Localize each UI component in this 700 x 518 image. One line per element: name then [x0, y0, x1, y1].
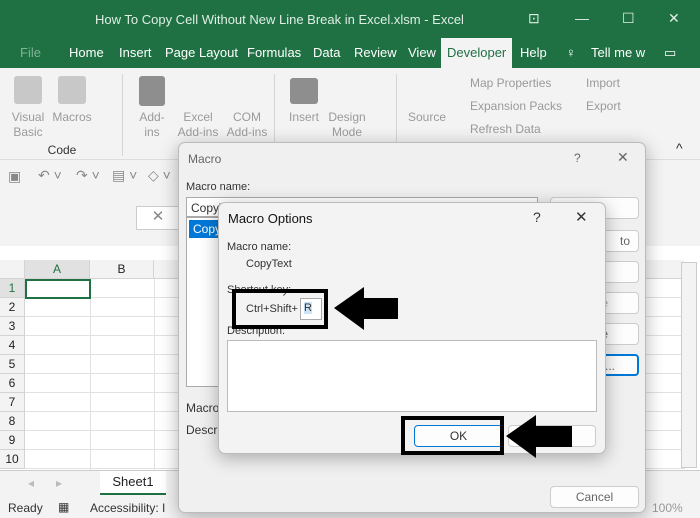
- highlight-box-shortcut: [232, 289, 328, 329]
- row-header-6[interactable]: 6: [0, 374, 25, 393]
- row-header-3[interactable]: 3: [0, 317, 25, 336]
- status-ready: Ready: [8, 501, 43, 515]
- row-header-10[interactable]: 10: [0, 450, 25, 469]
- macros-icon: [58, 76, 86, 104]
- visual-basic-icon: [14, 76, 42, 104]
- ribbon-display-icon[interactable]: ⊡: [528, 10, 540, 27]
- ribbon-tabs: File Home Insert Page Layout Formulas Da…: [0, 38, 700, 68]
- row-header-9[interactable]: 9: [0, 431, 25, 450]
- tab-file[interactable]: File: [20, 45, 41, 60]
- help-button[interactable]: ?: [533, 209, 541, 225]
- close-button[interactable]: ✕: [668, 10, 680, 27]
- macro-name-label: Macro name:: [186, 181, 251, 193]
- vertical-scrollbar[interactable]: [681, 262, 697, 468]
- row-header-4[interactable]: 4: [0, 336, 25, 355]
- row-header-1[interactable]: 1: [0, 279, 25, 298]
- insert-controls-button[interactable]: Insert: [283, 110, 325, 125]
- add-ins-icon: [139, 76, 165, 106]
- form-icon[interactable]: ▤ ˅: [112, 167, 137, 184]
- cancel-button[interactable]: Cancel: [550, 486, 639, 508]
- accessibility-status[interactable]: Accessibility: I: [90, 501, 165, 515]
- window-title: How To Copy Cell Without New Line Break …: [95, 12, 464, 27]
- maximize-button[interactable]: ☐: [622, 10, 635, 27]
- selected-cell-a1[interactable]: [25, 279, 91, 299]
- refresh-data-button[interactable]: Refresh Data: [470, 122, 541, 137]
- row-header-2[interactable]: 2: [0, 298, 25, 317]
- redo-icon[interactable]: ↷ ˅: [76, 167, 100, 184]
- add-ins-button[interactable]: Add-ins: [132, 110, 172, 140]
- arrow-left-icon: [334, 287, 398, 330]
- tab-help[interactable]: Help: [520, 45, 547, 60]
- excel-add-ins-button[interactable]: Excel Add-ins: [173, 110, 223, 140]
- tell-me-search[interactable]: Tell me w: [591, 45, 645, 60]
- row-header-8[interactable]: 8: [0, 412, 25, 431]
- row-header-5[interactable]: 5: [0, 355, 25, 374]
- tab-insert[interactable]: Insert: [119, 45, 152, 60]
- row-header-7[interactable]: 7: [0, 393, 25, 412]
- code-group-label: Code: [47, 143, 77, 157]
- scroll-right-icon[interactable]: ▸: [56, 476, 62, 490]
- scroll-left-icon[interactable]: ◂: [28, 476, 34, 490]
- column-header-b[interactable]: B: [90, 260, 154, 279]
- close-icon[interactable]: ✕: [617, 149, 629, 166]
- lightbulb-icon: ♀: [566, 45, 576, 60]
- minimize-button[interactable]: —: [575, 10, 589, 26]
- macro-name-label: Macro name:: [227, 241, 292, 253]
- tab-data[interactable]: Data: [313, 45, 340, 60]
- macro-dialog-title: Macro: [188, 152, 222, 166]
- expansion-packs-button[interactable]: Expansion Packs: [470, 99, 562, 114]
- design-mode-button[interactable]: Design Mode: [326, 110, 368, 140]
- cancel-entry-icon[interactable]: ✕: [136, 206, 180, 230]
- map-properties-button[interactable]: Map Properties: [470, 76, 551, 91]
- undo-icon[interactable]: ↶ ˅: [38, 167, 62, 184]
- column-header-a[interactable]: A: [25, 260, 90, 279]
- com-add-ins-button[interactable]: COM Add-ins: [222, 110, 272, 140]
- insert-controls-icon: [290, 78, 318, 104]
- highlight-box-ok: [401, 416, 504, 455]
- title-bar: How To Copy Cell Without New Line Break …: [0, 0, 700, 38]
- shapes-icon[interactable]: ◇ ˅: [148, 167, 171, 184]
- tab-formulas[interactable]: Formulas: [247, 45, 301, 60]
- comments-icon[interactable]: ▭: [664, 45, 676, 61]
- visual-basic-button[interactable]: Visual Basic: [8, 110, 48, 140]
- tab-home[interactable]: Home: [69, 45, 104, 60]
- source-button[interactable]: Source: [405, 110, 449, 125]
- autosave-icon[interactable]: ▣: [8, 168, 21, 185]
- macro-recording-icon[interactable]: ▦: [58, 500, 69, 514]
- macros-button[interactable]: Macros: [50, 110, 94, 125]
- tab-developer[interactable]: Developer: [441, 38, 513, 68]
- sheet-tab-sheet1[interactable]: Sheet1: [100, 471, 166, 495]
- macro-options-title: Macro Options: [228, 211, 313, 226]
- help-button[interactable]: ?: [574, 151, 581, 165]
- import-button[interactable]: Import: [586, 76, 620, 91]
- tab-view[interactable]: View: [408, 45, 436, 60]
- close-icon[interactable]: ✕: [575, 208, 588, 226]
- macro-name-value: CopyText: [246, 258, 292, 270]
- zoom-level[interactable]: 100%: [652, 501, 683, 515]
- tab-review[interactable]: Review: [354, 45, 397, 60]
- description-textarea[interactable]: [227, 340, 597, 412]
- arrow-left-icon: [506, 415, 572, 458]
- collapse-ribbon-icon[interactable]: ^: [676, 140, 683, 156]
- tab-page-layout[interactable]: Page Layout: [165, 45, 238, 60]
- select-all[interactable]: [0, 260, 25, 279]
- export-button[interactable]: Export: [586, 99, 621, 114]
